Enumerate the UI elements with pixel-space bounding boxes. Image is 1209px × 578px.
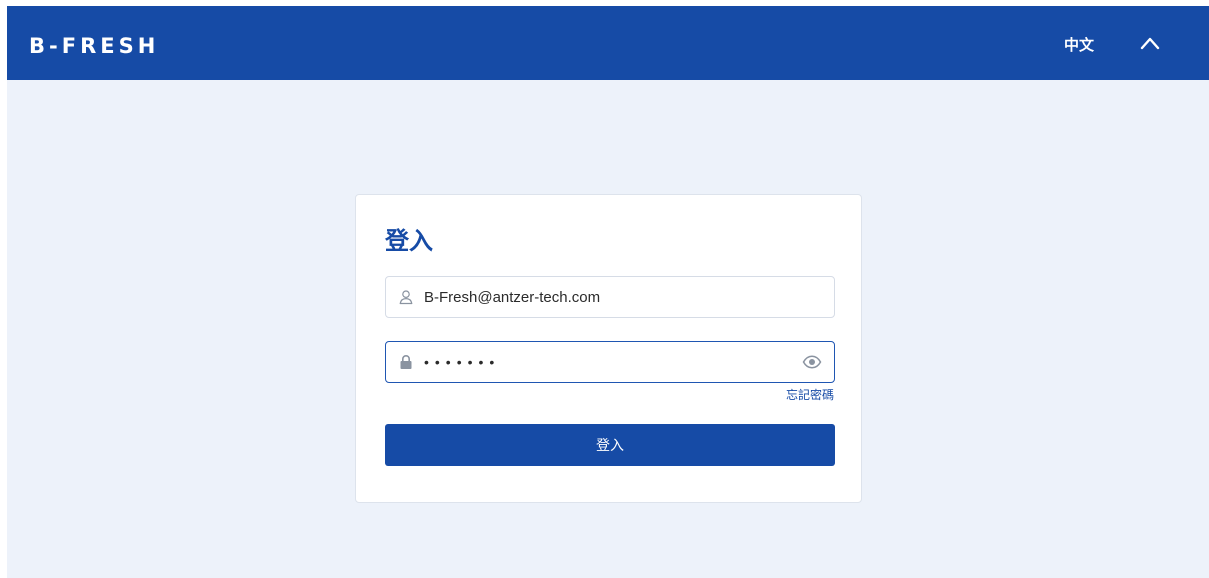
- app-frame: B-FRESH 中文 登入 忘記密碼 登入: [7, 6, 1209, 578]
- login-button[interactable]: 登入: [385, 424, 835, 466]
- brand-logo[interactable]: B-FRESH: [29, 32, 159, 60]
- email-field[interactable]: [385, 276, 835, 318]
- top-navbar: B-FRESH 中文: [7, 6, 1209, 80]
- password-field[interactable]: [385, 341, 835, 383]
- language-selector[interactable]: 中文: [1064, 34, 1094, 56]
- lock-icon: [400, 354, 412, 369]
- chevron-up-icon[interactable]: [1139, 35, 1161, 51]
- user-icon: [399, 290, 413, 305]
- forgot-password-link[interactable]: 忘記密碼: [786, 387, 834, 403]
- page-title: 登入: [385, 227, 433, 255]
- eye-icon[interactable]: [802, 354, 822, 370]
- password-input[interactable]: [424, 342, 794, 382]
- login-card: 登入 忘記密碼 登入: [355, 194, 862, 503]
- email-input[interactable]: [424, 277, 794, 317]
